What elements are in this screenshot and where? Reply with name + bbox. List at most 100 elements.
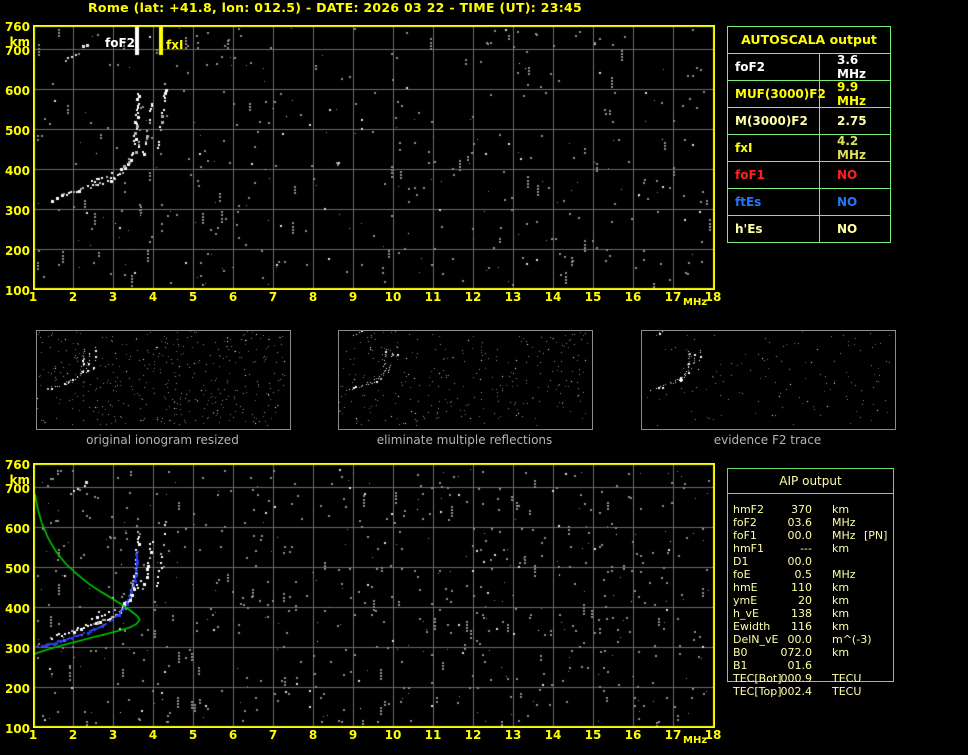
y-tick-label: 400 <box>4 164 30 178</box>
aip-row-value: 002.4 <box>780 685 813 698</box>
aip-row-value: 000.9 <box>780 672 813 685</box>
aip-row-value: 072.0 <box>780 646 813 659</box>
aip-row: hmF1 --- km <box>733 542 891 555</box>
aip-row: B0 072.0 km <box>733 646 891 659</box>
x-tick-label: 13 <box>504 728 522 742</box>
y-tick-label: 700 <box>4 482 30 496</box>
aip-table-header: AIP output <box>728 469 893 494</box>
autoscala-table-rows: foF2 3.6 MHz MUF(3000)F2 9.9 MHz M(3000)F2 2.… <box>728 53 890 242</box>
autoscala-row-value: NO <box>837 168 858 182</box>
y-tick-label: 600 <box>4 522 30 536</box>
eliminate-reflections-canvas <box>339 331 590 427</box>
fof2-marker-label: foF2 <box>104 36 135 50</box>
x-tick-label: 15 <box>584 728 602 742</box>
aip-row-value: 138 <box>791 607 812 620</box>
aip-row-value: 0.5 <box>794 568 813 581</box>
aip-row: foF1 00.0 MHz [PN] <box>733 529 891 542</box>
panel-original-ionogram <box>36 330 291 430</box>
x-tick-label: 10 <box>384 728 402 742</box>
x-tick-label: 9 <box>348 290 358 304</box>
aip-row-value: 370 <box>791 503 812 516</box>
y-tick-label: 600 <box>4 84 30 98</box>
x-tick-label: 18 <box>704 290 722 304</box>
x-tick-label: 2 <box>68 290 78 304</box>
aip-row-unit: km <box>832 594 850 607</box>
autoscala-row-label: MUF(3000)F2 <box>728 81 826 107</box>
aip-row-unit: MHz <box>832 516 856 529</box>
panel-caption-eliminate: eliminate multiple reflections <box>376 433 553 447</box>
x-tick-label: 11 <box>424 290 442 304</box>
autoscala-row-label: foF1 <box>728 162 820 188</box>
x-tick-label: 11 <box>424 728 442 742</box>
x-tick-label: 16 <box>624 290 642 304</box>
x-tick-label: 5 <box>188 290 198 304</box>
aip-row-value: 00.0 <box>787 633 813 646</box>
autoscala-row: foF1 NO <box>728 162 890 189</box>
aip-row: B1 01.6 <box>733 659 891 672</box>
aip-row: TEC[Bot] 000.9 TECU <box>733 672 891 685</box>
x-tick-label: 10 <box>384 290 402 304</box>
autoscala-row: foF2 3.6 MHz <box>728 53 890 81</box>
evidence-f2-trace-canvas <box>642 331 893 427</box>
autoscala-row-label: ftEs <box>728 189 820 215</box>
y-tick-label: 300 <box>4 642 30 656</box>
x-tick-label: 4 <box>148 728 158 742</box>
aip-row: hmE 110 km <box>733 581 891 594</box>
autoscala-row-label: fxI <box>728 135 820 161</box>
panel-caption-evidence: evidence F2 trace <box>713 433 822 447</box>
x-tick-label: 2 <box>68 728 78 742</box>
autoscala-row-value: NO <box>837 195 858 209</box>
aip-row-unit: km <box>832 607 850 620</box>
bottom-ionogram-canvas <box>33 463 715 728</box>
top-ionogram-canvas <box>33 25 715 290</box>
panel-evidence-f2-trace <box>641 330 896 430</box>
y-tick-label: 400 <box>4 602 30 616</box>
stage: Rome (lat: +41.8, lon: 012.5) - DATE: 20… <box>0 0 968 755</box>
y-tick-label: 700 <box>4 44 30 58</box>
x-tick-label: 15 <box>584 290 602 304</box>
aip-row-unit: MHz <box>832 568 856 581</box>
x-tick-label: 8 <box>308 290 318 304</box>
autoscala-row-label: M(3000)F2 <box>728 108 820 134</box>
x-tick-label: 9 <box>348 728 358 742</box>
fxi-marker-label: fxI <box>166 38 184 52</box>
x-tick-label: 5 <box>188 728 198 742</box>
y-tick-label: 760 <box>4 458 30 472</box>
panel-caption-original: original ionogram resized <box>86 433 239 447</box>
x-tick-label: 12 <box>464 728 482 742</box>
aip-row-value: 01.6 <box>787 659 813 672</box>
aip-row: Ewidth 116 km <box>733 620 891 633</box>
y-tick-label: 100 <box>4 284 30 298</box>
x-tick-label: 7 <box>268 290 278 304</box>
autoscala-row: ftEs NO <box>728 189 890 216</box>
x-tick-label: 3 <box>108 728 118 742</box>
page-title: Rome (lat: +41.8, lon: 012.5) - DATE: 20… <box>88 0 583 15</box>
aip-row-unit: km <box>832 646 850 659</box>
autoscala-row-value: 2.75 <box>837 114 867 128</box>
x-tick-label: 17 <box>664 728 682 742</box>
aip-row: h_vE 138 km <box>733 607 891 620</box>
y-tick-label: 200 <box>4 682 30 696</box>
panel-eliminate-reflections <box>338 330 593 430</box>
aip-table-rows: hmF2 370 km foF2 03.6 MHz foF1 00.0 MHz [PN] hmF1-… <box>733 503 891 698</box>
autoscala-row: MUF(3000)F2 9.9 MHz <box>728 80 890 108</box>
aip-row-unit: MHz <box>832 529 856 542</box>
aip-row-unit: km <box>832 620 850 633</box>
x-tick-label: 3 <box>108 290 118 304</box>
autoscala-row: h'Es NO <box>728 216 890 242</box>
autoscala-row-value: 3.6 MHz <box>837 53 866 81</box>
aip-row-unit: TECU <box>832 685 862 698</box>
y-tick-label: 300 <box>4 204 30 218</box>
x-tick-label: 6 <box>228 728 238 742</box>
aip-row: hmF2 370 km <box>733 503 891 516</box>
aip-row-value: 00.0 <box>787 555 813 568</box>
autoscala-output-table: AUTOSCALA output foF2 3.6 MHz MUF(3000)F2 9… <box>727 26 891 243</box>
y-tick-label: 500 <box>4 124 30 138</box>
x-tick-label: 8 <box>308 728 318 742</box>
aip-row-value: 03.6 <box>787 516 813 529</box>
aip-row-value: 20 <box>798 594 812 607</box>
aip-row-value: 110 <box>791 581 812 594</box>
x-tick-label: 7 <box>268 728 278 742</box>
aip-row: TEC[Top] 002.4 TECU <box>733 685 891 698</box>
x-tick-label: 12 <box>464 290 482 304</box>
